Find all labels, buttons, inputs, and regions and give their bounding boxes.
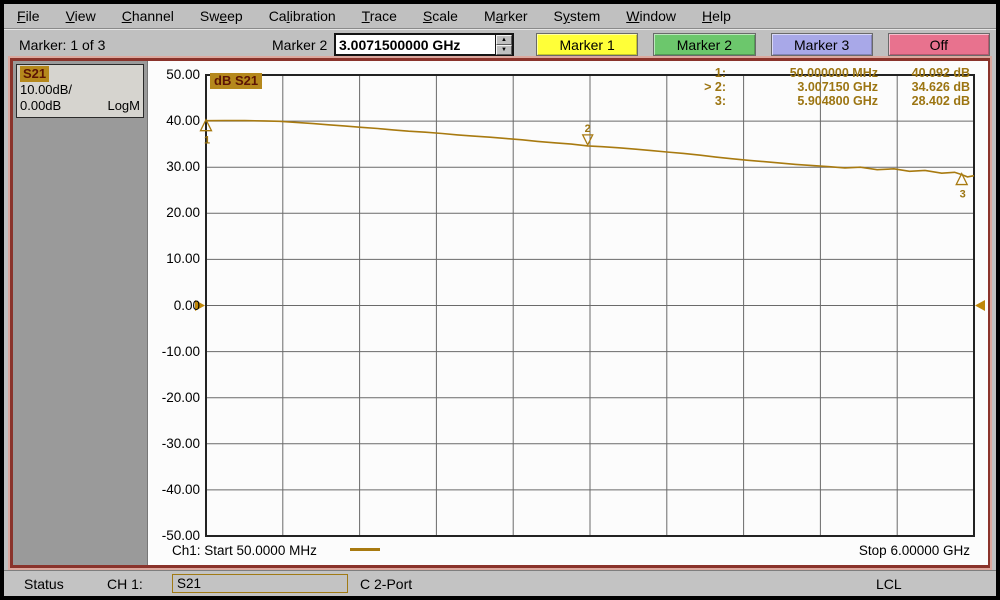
- button-marker-3[interactable]: Marker 3: [770, 33, 873, 56]
- y-axis-tick-label: 40.00: [166, 113, 200, 129]
- menu-marker[interactable]: Marker: [484, 8, 528, 24]
- button-marker-1[interactable]: Marker 1: [536, 33, 639, 56]
- y-axis-tick-label: -30.00: [161, 435, 200, 451]
- marker2-frequency-input[interactable]: [336, 35, 495, 54]
- marker-2-frequency: 3.007150 GHz: [797, 80, 878, 94]
- y-axis-tick-label: -20.00: [161, 389, 200, 405]
- status-label: Status: [24, 576, 64, 592]
- marker-2-symbol: [581, 134, 594, 147]
- menu-channel[interactable]: Channel: [122, 8, 174, 24]
- cal-status: C 2-Port: [360, 576, 413, 592]
- menu-trace[interactable]: Trace: [362, 8, 397, 24]
- y-axis-tick-label: 20.00: [166, 205, 200, 221]
- marker2-frequency-spinbox[interactable]: ▲ ▼: [334, 33, 514, 56]
- menu-view[interactable]: View: [66, 8, 96, 24]
- marker2-field-label: Marker 2: [272, 37, 328, 53]
- sweep-start-annotation: Ch1: Start 50.0000 MHz: [172, 543, 317, 558]
- local-remote-indicator: LCL: [876, 576, 902, 592]
- trace-title-badge: dB S21: [210, 73, 263, 89]
- measurement-name: S21: [177, 576, 202, 591]
- marker-count-status: Marker: 1 of 3: [19, 37, 106, 53]
- channel-label: CH 1:: [107, 576, 143, 592]
- button-off[interactable]: Off: [887, 33, 990, 56]
- spin-up-button[interactable]: ▲: [496, 35, 512, 45]
- graph-area: 1 2 3 50.00 40.00 30.00 20.00 10.00 0.00 -10.00 -…: [147, 61, 988, 565]
- marker-3-value: 28.402 dB: [911, 94, 970, 108]
- sweep-stop-annotation: Stop 6.00000 GHz: [858, 543, 970, 558]
- marker-2-label: > 2:: [704, 80, 726, 94]
- marker-3-number: 3: [960, 189, 966, 201]
- channel1-window: S21 10.00dB/ 0.00dB LogM 1 2 3 50.00 40.00 3…: [10, 58, 990, 568]
- marker-readout-table: 1: 50.000000 MHz 40.092 dB > 2: 3.007150 GHz…: [680, 66, 970, 108]
- y-axis-tick-label: 0.00: [173, 297, 200, 313]
- spinner-buttons: ▲ ▼: [495, 35, 512, 55]
- toolbar: Marker: 1 of 3 Marker 2 ▲ ▼ Marker 1Mark…: [4, 30, 996, 59]
- plot-canvas: 1 2 3: [195, 74, 985, 537]
- y-axis-tick-label: -50.00: [161, 528, 200, 543]
- menu-help[interactable]: Help: [702, 8, 731, 24]
- y-axis-tick-label: -10.00: [161, 343, 200, 359]
- menu-calibration[interactable]: Calibration: [269, 8, 336, 24]
- trace-ref-level: 0.00dB: [20, 98, 62, 113]
- marker-softkeys: Marker 1 Marker 2 Marker 3 Off: [536, 33, 990, 56]
- trace-status-box[interactable]: S21 10.00dB/ 0.00dB LogM: [16, 64, 144, 118]
- trace-scale-per-div: 10.00dB/: [20, 82, 73, 97]
- reference-level-marker-right: [975, 300, 985, 311]
- menu-scale[interactable]: Scale: [423, 8, 458, 24]
- y-axis-tick-label: 30.00: [166, 159, 200, 175]
- button-marker-2[interactable]: Marker 2: [653, 33, 756, 56]
- trace-color-swatch: [350, 548, 380, 551]
- measurement-box: S21: [172, 574, 348, 593]
- y-axis-tick-label: 50.00: [166, 67, 200, 82]
- marker-1-value: 40.092 dB: [911, 66, 970, 80]
- marker-3-frequency: 5.904800 GHz: [797, 94, 878, 108]
- marker-1-frequency: 50.000000 MHz: [789, 66, 878, 80]
- menubar: File View Channel Sweep Calibration Trace Scal…: [4, 4, 996, 29]
- marker-2-value: 34.626 dB: [911, 80, 970, 94]
- status-bar: Status CH 1: S21 C 2-Port LCL: [4, 570, 996, 596]
- spin-down-button[interactable]: ▼: [496, 45, 512, 55]
- trace-name-badge[interactable]: S21: [20, 66, 50, 82]
- marker-1-number: 1: [204, 135, 210, 147]
- trace-status-sidebar: S21 10.00dB/ 0.00dB LogM: [13, 61, 147, 565]
- marker-1-label: 1:: [714, 66, 726, 80]
- marker-2-number: 2: [585, 123, 591, 135]
- trace-format: LogM: [107, 98, 140, 113]
- marker-3-label: 3:: [714, 94, 726, 108]
- y-axis-tick-label: 10.00: [166, 251, 200, 267]
- menu-window[interactable]: Window: [626, 8, 676, 24]
- menu-file[interactable]: File: [17, 8, 40, 24]
- vna-application-window: File View Channel Sweep Calibration Trace Scal…: [0, 0, 1000, 600]
- menu-sweep[interactable]: Sweep: [200, 8, 243, 24]
- menu-system[interactable]: System: [554, 8, 601, 24]
- y-axis-tick-label: -40.00: [161, 481, 200, 497]
